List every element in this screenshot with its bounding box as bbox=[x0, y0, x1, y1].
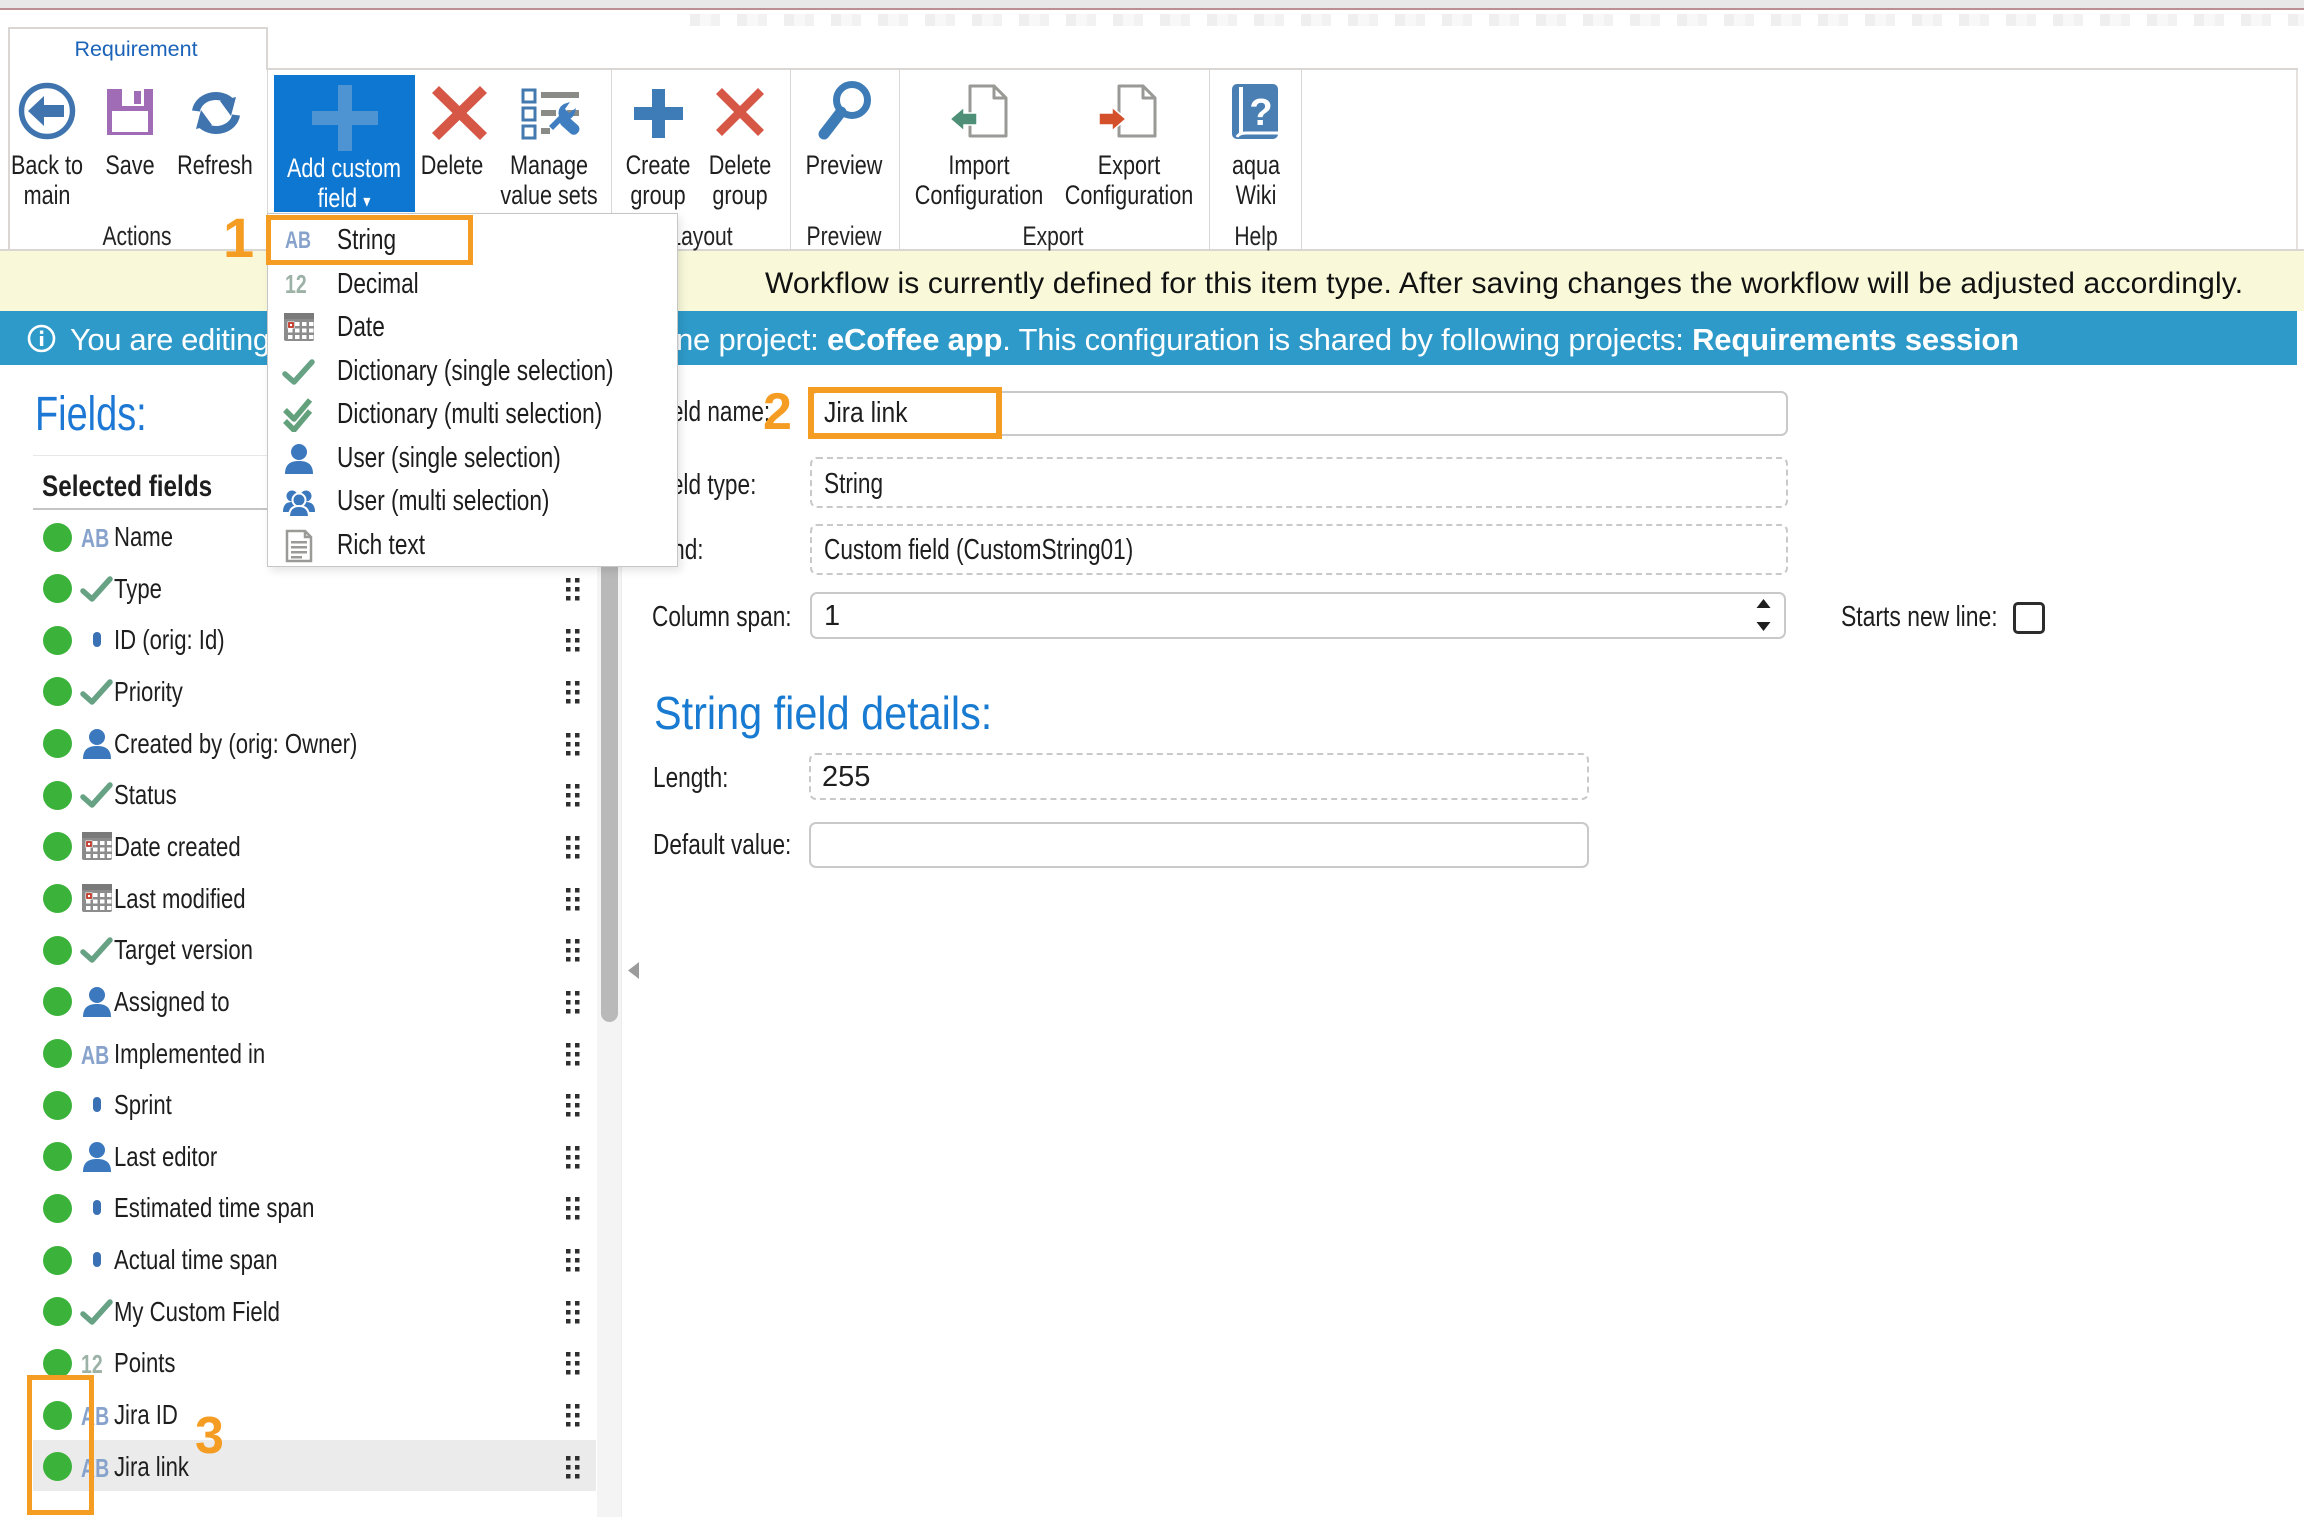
svg-text:?: ? bbox=[1249, 92, 1272, 134]
